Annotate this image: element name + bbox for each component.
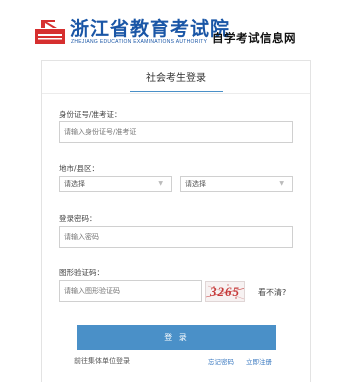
active-tab-indicator [130,91,223,92]
captcha-input[interactable] [59,280,202,302]
id-number-input[interactable] [59,121,293,143]
site-header: 浙江省教育考试院 ZHEJIANG EDUCATION EXAMINATIONS… [0,0,364,52]
site-title: 浙江省教育考试院 [70,18,231,40]
region-label: 地市/县区： [59,164,100,173]
captcha-text: 3265 [210,284,240,299]
city-select-value: 请选择 [64,180,85,188]
captcha-label: 图形验证码： [59,268,104,277]
password-label: 登录密码： [59,214,97,223]
site-section-title: 自学考试信息网 [212,31,296,45]
district-select-value: 请选择 [185,180,206,188]
chevron-down-icon: ▼ [158,180,163,187]
captcha-refresh-link[interactable]: 看不清? [258,287,286,298]
id-label: 身份证号/准考证： [59,110,122,119]
register-link[interactable]: 立即注册 [246,356,272,366]
site-subtitle: ZHEJIANG EDUCATION EXAMINATIONS AUTHORIT… [71,39,208,45]
tab-social-candidate-login[interactable]: 社会考生登录 [42,69,310,84]
forgot-password-link[interactable]: 忘记密码 [208,356,234,366]
captcha-image[interactable]: 3265 [205,281,245,302]
district-select[interactable]: 请选择 ▼ [180,176,293,192]
login-button[interactable]: 登 录 [77,325,276,350]
login-card: 社会考生登录 身份证号/准考证： 地市/县区： 请选择 ▼ 请选择 ▼ 登录密码… [41,60,311,382]
tab-divider [42,93,310,94]
exam-authority-logo-icon [35,20,65,44]
group-login-link[interactable]: 前往集体单位登录 [74,356,130,366]
password-input[interactable] [59,226,293,248]
chevron-down-icon: ▼ [279,180,284,187]
city-select[interactable]: 请选择 ▼ [59,176,172,192]
